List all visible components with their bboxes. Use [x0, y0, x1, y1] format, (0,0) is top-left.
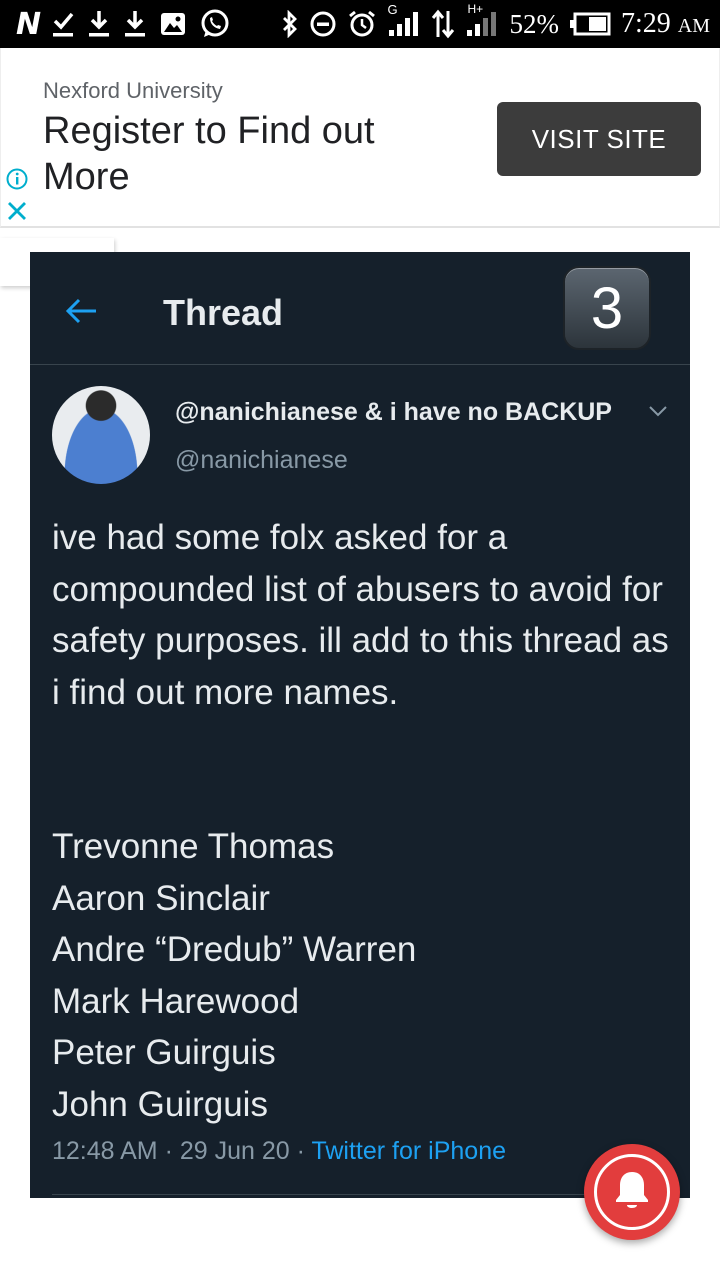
download-icon: [123, 9, 147, 39]
status-bar-notifications: N: [16, 7, 231, 42]
number-badge: 3: [563, 266, 651, 350]
list-item: Aaron Sinclair: [52, 878, 270, 918]
thread-header: Thread 3: [30, 252, 690, 365]
divider: [52, 1194, 672, 1195]
gallery-icon: [159, 11, 187, 37]
ad-close-icon[interactable]: [6, 200, 28, 222]
list-item: John Guirguis: [52, 1084, 268, 1124]
user-handle: @nanichianese: [175, 446, 348, 474]
clock: 7:29 AM: [620, 8, 710, 39]
ad-info-icon[interactable]: [6, 168, 28, 190]
ad-advertiser: Nexford University: [43, 78, 223, 103]
tweet-screenshot: Thread 3 @nanichianese & i have no BACKU…: [30, 252, 690, 1198]
ad-headline[interactable]: Register to Find out More: [43, 108, 463, 200]
meta-separator: ·: [164, 1137, 173, 1165]
tweet-time: 12:48 AM: [52, 1137, 158, 1165]
tweet-date: 29 Jun 20: [179, 1137, 290, 1165]
notification-bell-button[interactable]: [584, 1144, 680, 1240]
download-done-icon: [51, 9, 75, 39]
signal-sim2-icon: H+: [465, 2, 499, 38]
bluetooth-icon: [281, 10, 299, 38]
tweet-meta: 12:48 AM · 29 Jun 20 · Twitter for iPhon…: [52, 1137, 506, 1166]
ad-banner[interactable]: Nexford University Register to Find out …: [0, 48, 720, 228]
signal-sim1-icon: G: [387, 2, 421, 38]
bell-icon: [612, 1168, 652, 1217]
list-item: Andre “Dredub” Warren: [52, 930, 417, 969]
download-icon: [87, 9, 111, 39]
bell-ring: [594, 1154, 670, 1230]
tweet-body: ive had some folx asked for a compounded…: [52, 518, 669, 712]
battery-percent: 52%: [509, 8, 559, 39]
whatsapp-icon: [199, 8, 231, 40]
list-item: Trevonne Thomas: [52, 827, 335, 866]
chevron-down-icon: [648, 404, 668, 423]
alarm-icon: [347, 9, 377, 39]
meta-separator: ·: [296, 1137, 305, 1165]
name-list: Trevonne Thomas Aaron Sinclair Andre “Dr…: [52, 821, 672, 1130]
tweet-text: ive had some folx asked for a compounded…: [52, 512, 672, 718]
list-item: Peter Guirguis: [52, 1033, 276, 1072]
thread-title: Thread: [163, 292, 284, 333]
do-not-disturb-icon: [309, 10, 337, 38]
sim-label: G: [387, 2, 398, 17]
display-name: @nanichianese & i have no BACKUP: [175, 398, 612, 426]
battery-icon: [569, 12, 611, 36]
avatar: [52, 386, 150, 484]
list-item: Mark Harewood: [52, 981, 300, 1021]
network-type-label: H+: [467, 2, 484, 16]
status-bar-system: G H+ 52% 7:29 AM: [281, 2, 710, 40]
network-app-icon: N: [16, 6, 41, 42]
tweet-source: Twitter for iPhone: [311, 1137, 507, 1165]
back-arrow-icon: [64, 296, 98, 331]
data-transfer-icon: [431, 9, 455, 39]
visit-site-button[interactable]: VISIT SITE: [497, 102, 701, 176]
status-bar: N G H+ 52% 7:29 AM: [0, 0, 720, 48]
